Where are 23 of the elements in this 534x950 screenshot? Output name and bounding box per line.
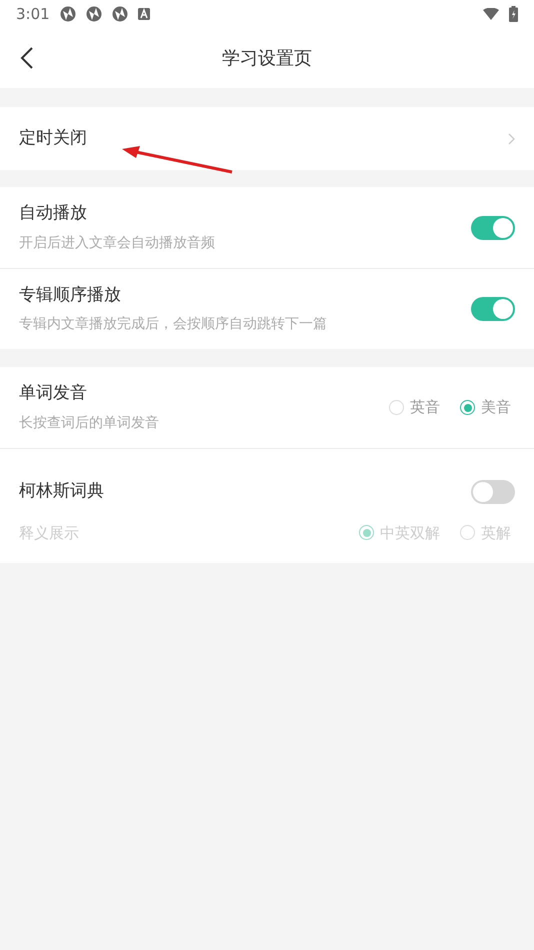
toggle-switch[interactable]: [471, 297, 515, 321]
back-icon[interactable]: [20, 47, 34, 69]
battery-icon: [509, 6, 518, 22]
setting-title: 单词发音: [19, 382, 88, 406]
status-time: 3:01: [16, 4, 50, 25]
radio-label[interactable]: 英音: [410, 396, 440, 419]
setting-description: 专辑内文章播放完成后，会按顺序自动跳转下一篇: [19, 315, 328, 334]
toggle-switch[interactable]: [471, 216, 515, 240]
notification-icon: [86, 6, 102, 22]
notification-icon: [60, 6, 76, 22]
setting-title: 自动播放: [19, 202, 88, 226]
setting-title: 定时关闭: [19, 126, 88, 150]
radio-button[interactable]: [460, 400, 475, 415]
setting-title: 柯林斯词典: [19, 480, 105, 503]
page-title: 学习设置页: [222, 46, 312, 70]
chevron-right-icon: [508, 132, 515, 144]
setting-description: 长按查词后的单词发音: [19, 414, 160, 433]
notification-icon: [112, 6, 128, 22]
wifi-icon: [483, 8, 499, 20]
setting-description: 开启后进入文章会自动播放音频: [19, 234, 216, 253]
app-icon: [138, 8, 150, 20]
radio-label[interactable]: 美音: [481, 396, 511, 419]
setting-title: 专辑顺序播放: [19, 284, 122, 307]
